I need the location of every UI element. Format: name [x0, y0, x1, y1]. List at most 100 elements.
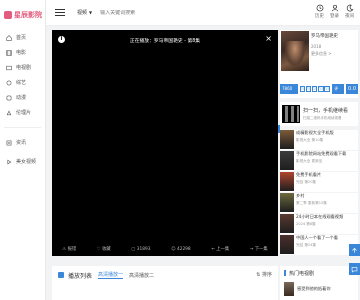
- video-title[interactable]: 罗马帝国艳史: [311, 33, 338, 39]
- section-marker: [284, 270, 286, 276]
- info-icon[interactable]: i: [58, 36, 65, 43]
- site-logo[interactable]: 星辰影院: [0, 0, 45, 30]
- sidebar-nav: 首页 电影 电视剧 综艺 动漫 伦理片: [0, 30, 45, 120]
- sidebar-item-variety[interactable]: 综艺: [0, 75, 45, 90]
- related-item[interactable]: 乡村 第二季 更新第15集: [280, 193, 358, 213]
- star-icon[interactable]: [299, 86, 306, 92]
- playlist-panel: 播放列表 高清播放一 高清播放二 ⇅ 排序: [52, 266, 278, 300]
- related-subtitle: 完结 第24集: [296, 243, 317, 247]
- tab-source-2[interactable]: 高清播放二: [129, 272, 154, 279]
- video-icon: [6, 159, 12, 165]
- home-icon: [6, 34, 12, 41]
- related-item[interactable]: 手机影院网站免费观看下载 影视大全 更新至: [280, 151, 358, 171]
- rate-button[interactable]: 评分: [332, 84, 345, 101]
- sidebar-item-label: 资讯: [16, 140, 27, 146]
- more-info-link[interactable]: 更多信息 >: [311, 51, 332, 57]
- sidebar-item-news[interactable]: 资讯: [0, 135, 45, 150]
- sidebar-item-label: 电视剧: [16, 65, 32, 71]
- qr-subtext: 扫描二维码手机继续观看: [303, 116, 342, 120]
- star-icon[interactable]: [318, 86, 324, 92]
- news-icon: [6, 140, 12, 146]
- player-top-bar: i 正在播放：罗马帝国艳史 - 第8集 ×: [52, 30, 278, 50]
- prev-episode-button[interactable]: ← 上一集: [211, 246, 229, 253]
- star-icon[interactable]: [324, 86, 330, 92]
- video-detail-card: 罗马帝国艳史 2018 更多信息 > 7860人 评分 0.0: [280, 30, 358, 101]
- related-item[interactable]: 免费手机看片 完结 第20集: [280, 172, 358, 192]
- header-actions: 历史 登录 夜间: [309, 4, 354, 19]
- close-icon[interactable]: ×: [265, 35, 272, 43]
- related-title: 乡村: [296, 193, 305, 198]
- sidebar-item-video[interactable]: 美女视频: [0, 154, 45, 169]
- rating-count-badge: 7860人: [280, 84, 298, 101]
- sidebar-item-home[interactable]: 首页: [0, 30, 45, 45]
- poster-image[interactable]: [281, 31, 309, 71]
- sidebar-item-label: 电影: [16, 50, 27, 56]
- history-icon: [316, 4, 323, 12]
- login-button[interactable]: 登录: [330, 4, 339, 19]
- hot-tv-title: 热门电视剧: [289, 270, 315, 277]
- sidebar-item-ethics[interactable]: 伦理片: [0, 105, 45, 120]
- qr-card: 扫一扫，手机继续看 扫描二维码手机继续观看: [280, 102, 358, 126]
- score-value: 0.0: [346, 84, 358, 94]
- next-episode-button[interactable]: → 下一集: [249, 246, 268, 253]
- related-item[interactable]: 中国人一个看了一个看 完结 第24集: [280, 235, 358, 255]
- menu-icon: [55, 8, 65, 10]
- smile-icon: ☺: [171, 246, 176, 252]
- player-controls: ⚠ 报错 ♡ 收藏 ▢ 31893 ☺ 42298 ← 上一集 → 下一集: [52, 242, 278, 256]
- logo-icon: [4, 11, 12, 19]
- related-title: 免费手机看片: [296, 172, 322, 177]
- hot-tv-item-title: 感受到他的抵着你: [297, 286, 331, 291]
- arrow-left-icon: ←: [211, 246, 215, 252]
- arrow-right-icon: →: [249, 246, 254, 252]
- related-subtitle: 完结 第20集: [296, 180, 317, 184]
- menu-toggle-button[interactable]: [55, 8, 65, 17]
- related-title: 24小时日本在线观看视频: [296, 214, 344, 219]
- sidebar-item-label: 美女视频: [16, 159, 37, 165]
- like-button[interactable]: ☺ 42298: [171, 247, 191, 252]
- star-icon[interactable]: [311, 86, 318, 92]
- warning-icon: ⚠: [62, 246, 67, 252]
- related-item[interactable]: 成精影视大全手机版 影视大全 第10集: [280, 130, 358, 150]
- hot-tv-panel: 热门电视剧 感受到他的抵着你: [280, 266, 358, 300]
- related-title: 成精影视大全手机版: [296, 130, 334, 135]
- anime-icon: [6, 95, 12, 101]
- night-mode-button[interactable]: 夜间: [345, 4, 354, 19]
- star-icon[interactable]: [305, 86, 312, 92]
- now-playing-title: 正在播放：罗马帝国艳史 - 第8集: [129, 38, 201, 44]
- search-input[interactable]: [100, 9, 221, 16]
- sidebar-item-movie[interactable]: 电影: [0, 45, 45, 60]
- search-type-select[interactable]: 视频 ▼: [77, 9, 92, 16]
- sidebar-divider: [4, 127, 41, 128]
- moon-icon: [346, 4, 353, 12]
- view-count: ▢ 31893: [131, 246, 151, 252]
- hot-tv-item[interactable]: 感受到他的抵着你: [280, 282, 358, 296]
- video-player[interactable]: i 正在播放：罗马帝国艳史 - 第8集 × ⚠ 报错 ♡ 收藏 ▢ 31893 ☺ 42…: [52, 30, 278, 256]
- sort-button[interactable]: ⇅ 排序: [256, 271, 272, 278]
- related-thumbnail: [280, 235, 294, 254]
- related-thumbnail: [280, 172, 294, 191]
- sidebar-item-label: 伦理片: [16, 110, 32, 116]
- history-button[interactable]: 历史: [315, 4, 324, 19]
- related-subtitle: 影视大全 更新至: [296, 159, 323, 163]
- login-label: 登录: [330, 14, 339, 19]
- sidebar-item-tv[interactable]: 电视剧: [0, 60, 45, 75]
- chat-icon: [351, 266, 358, 273]
- report-button[interactable]: ⚠ 报错: [62, 246, 76, 253]
- related-list: 成精影视大全手机版 影视大全 第10集 手机影院网站免费观看下载 影视大全 更新至 免费…: [280, 130, 358, 256]
- related-subtitle: 2024 第8集: [296, 222, 316, 226]
- favorite-button[interactable]: ♡ 收藏: [97, 246, 111, 253]
- chevron-down-icon: ▼: [89, 10, 93, 15]
- star-rating[interactable]: [299, 86, 330, 92]
- film-icon: [6, 49, 12, 56]
- feedback-button[interactable]: [349, 263, 360, 275]
- sidebar-item-anime[interactable]: 动漫: [0, 90, 45, 105]
- variety-icon: [6, 80, 12, 86]
- tab-source-1[interactable]: 高清播放一: [98, 271, 124, 279]
- related-item[interactable]: 24小时日本在线观看视频 2024 第8集: [280, 214, 358, 234]
- user-icon: [331, 4, 338, 12]
- back-to-top-button[interactable]: [349, 244, 360, 256]
- related-thumbnail: [280, 151, 294, 170]
- sidebar-item-label: 动漫: [16, 95, 27, 101]
- eye-icon: ▢: [131, 246, 136, 252]
- video-year: 2018: [311, 44, 322, 49]
